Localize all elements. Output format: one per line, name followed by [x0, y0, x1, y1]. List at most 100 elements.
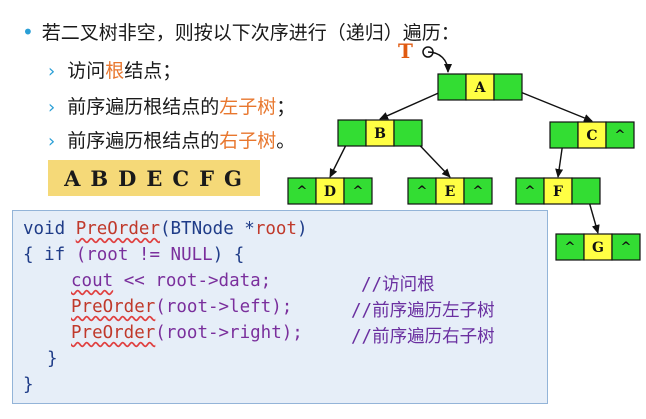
data-cell [543, 177, 573, 205]
edge-b-d [329, 132, 353, 178]
result-item: E [146, 165, 165, 191]
result-item: D [118, 165, 139, 191]
node-label: A [474, 80, 487, 96]
edge-origin-dot [506, 85, 510, 89]
bullet-main-text: 若二叉树非空，则按以下次序进行（递归）遍历： [41, 22, 460, 44]
tree-node-b: B [337, 119, 423, 147]
left-pointer-cell [407, 177, 437, 205]
null-marker: ^ [473, 184, 484, 199]
code-token: PreOrder [71, 323, 156, 343]
code-line-1: void PreOrder(BTNode *root) [23, 219, 308, 239]
left-pointer-cell [555, 233, 585, 261]
null-marker: ^ [353, 184, 364, 199]
edge-c-f [555, 134, 565, 178]
tree-node-e: E ^ ^ [407, 177, 493, 205]
left-pointer-cell [437, 73, 467, 101]
item3-highlight: 右子树 [219, 130, 277, 152]
code-comment: //前序遍历右子树 [351, 327, 495, 347]
root-pointer-dot [422, 46, 434, 58]
edge-a-c [507, 86, 593, 122]
edge-a-b [379, 86, 453, 120]
code-token: PreOrder [75, 219, 160, 239]
edge-origin-dot [350, 131, 354, 135]
code-line-7: } [23, 375, 34, 395]
result-item: B [90, 165, 111, 191]
code-token: ) { [212, 245, 245, 265]
null-marker: ^ [417, 184, 428, 199]
code-line-2: { if (root != NULL) { [23, 245, 244, 265]
code-token: (BTNode * [159, 219, 255, 239]
item2-post: ； [276, 96, 296, 118]
code-token: << [113, 271, 156, 291]
right-pointer-cell [343, 177, 373, 205]
right-pointer-cell [605, 121, 635, 149]
right-pointer-cell [611, 233, 641, 261]
edge-origin-dot [406, 131, 410, 135]
code-token: ( [65, 245, 87, 265]
tree-node-g: G ^ ^ [555, 233, 641, 261]
result-item: G [223, 165, 244, 191]
root-pointer-arrow [427, 51, 452, 73]
code-token: } [47, 349, 58, 369]
bullet-dot-icon: • [22, 20, 34, 44]
result-item: A [64, 165, 83, 191]
item2-pre: 前序遍历根结点的 [67, 96, 220, 118]
node-label: B [374, 126, 386, 142]
right-pointer-cell [493, 73, 523, 101]
code-token: (root->left); [155, 297, 293, 317]
node-label: G [592, 240, 604, 256]
node-label: D [324, 184, 336, 200]
left-pointer-cell [549, 121, 579, 149]
edge-origin-dot [450, 85, 454, 89]
code-line-6: } [47, 349, 58, 369]
null-marker: ^ [615, 128, 626, 143]
code-token: (root->right); [155, 323, 303, 343]
data-cell [583, 233, 613, 261]
tree-node-d: D ^ ^ [287, 177, 373, 205]
code-token: ) [296, 219, 308, 239]
result-item: F [199, 165, 216, 191]
left-pointer-cell [337, 119, 367, 147]
code-token: PreOrder [71, 297, 156, 317]
code-token: NULL [170, 245, 213, 265]
code-comment: //前序遍历左子树 [351, 301, 495, 321]
null-marker: ^ [297, 184, 308, 199]
chevron-right-icon: › [48, 131, 56, 152]
item3-pre: 前序遍历根结点的 [67, 130, 220, 152]
edge-f-g [585, 190, 600, 234]
bullet-main: • 若二叉树非空，则按以下次序进行（递归）遍历： [22, 18, 460, 45]
code-token: } [23, 375, 34, 395]
right-pointer-cell [463, 177, 493, 205]
code-line-3: cout << root->data; //访问根 [71, 271, 435, 295]
traversal-result: A B D E C F G [48, 160, 260, 196]
code-token: root [254, 219, 297, 239]
data-cell [577, 121, 607, 149]
item2-highlight: 左子树 [219, 96, 277, 118]
data-cell [315, 177, 345, 205]
result-item: C [172, 165, 192, 191]
item1-pre: 访问 [67, 60, 106, 82]
right-pointer-cell [393, 119, 423, 147]
code-token: if [44, 245, 66, 265]
chevron-right-icon: › [48, 61, 56, 82]
right-pointer-cell [571, 177, 601, 205]
null-marker: ^ [565, 240, 576, 255]
code-line-5: PreOrder(root->right); //前序遍历右子树 [71, 323, 495, 347]
code-token: root [86, 245, 129, 265]
item3-post: 。 [276, 130, 296, 152]
node-label: F [553, 184, 563, 200]
edge-b-e [407, 132, 451, 178]
code-token: != [128, 245, 171, 265]
tree-node-a: A [437, 73, 523, 101]
code-box: void PreOrder(BTNode *root) { if (root !… [12, 210, 548, 404]
node-label: E [445, 184, 456, 200]
code-token: root->data; [155, 271, 272, 291]
null-marker: ^ [525, 184, 536, 199]
left-pointer-cell [515, 177, 545, 205]
chevron-right-icon: › [48, 97, 56, 118]
code-token: { [23, 245, 45, 265]
code-line-4: PreOrder(root->left); //前序遍历左子树 [71, 297, 495, 321]
item1-highlight: 根 [105, 60, 125, 82]
null-marker: ^ [621, 240, 632, 255]
data-cell [435, 177, 465, 205]
